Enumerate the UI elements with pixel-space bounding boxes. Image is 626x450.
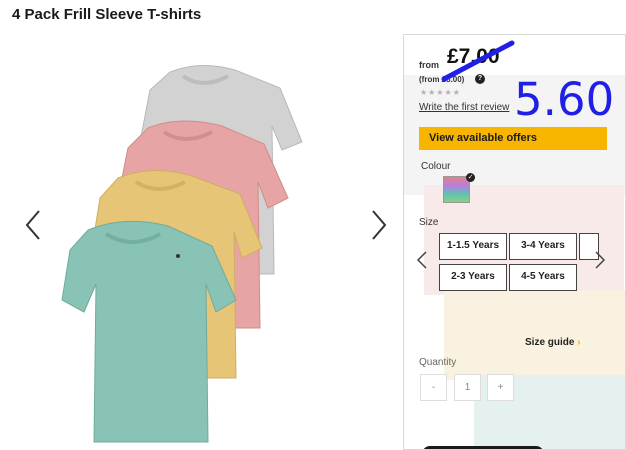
size-option[interactable]: 2-3 Years	[439, 264, 507, 291]
rating-stars: ★★★★★	[420, 88, 461, 97]
was-price: (from £8.00)	[419, 75, 465, 84]
product-image	[61, 64, 303, 443]
check-icon: ✓	[466, 173, 475, 182]
colour-label: Colour	[421, 161, 451, 172]
colour-swatch[interactable]: ✓	[443, 173, 475, 203]
add-to-bag-button[interactable]	[422, 446, 544, 449]
price: £7.00	[447, 45, 500, 68]
size-label: Size	[419, 217, 439, 228]
quantity-decrease-button[interactable]: -	[420, 374, 447, 401]
handwritten-price: 5.60	[514, 73, 615, 126]
size-guide-label: Size guide	[525, 337, 575, 348]
gallery-next-button[interactable]	[368, 208, 390, 242]
chevron-left-icon	[416, 251, 427, 269]
size-next-button[interactable]	[594, 250, 606, 270]
size-option[interactable]: 3-4 Years	[509, 233, 577, 260]
page-title: 4 Pack Frill Sleeve T-shirts	[12, 6, 202, 23]
chevron-right-icon	[372, 210, 387, 240]
arrow-right-icon: ›	[577, 337, 581, 348]
help-icon[interactable]: ?	[475, 74, 485, 84]
quantity-input[interactable]: 1	[454, 374, 481, 401]
product-gallery	[0, 40, 405, 450]
view-offers-button[interactable]: View available offers	[419, 127, 607, 150]
chevron-right-icon	[595, 251, 606, 269]
size-guide-link[interactable]: Size guide ›	[525, 337, 581, 348]
purchase-panel: from £7.00 (from £8.00) ? ★★★★★ Write th…	[403, 34, 626, 450]
size-prev-button[interactable]	[416, 250, 428, 270]
from-label: from	[419, 60, 439, 70]
quantity-label: Quantity	[419, 357, 457, 368]
size-option[interactable]: 1-1.5 Years	[439, 233, 507, 260]
quantity-increase-button[interactable]: +	[487, 374, 514, 401]
write-review-link[interactable]: Write the first review	[419, 102, 509, 113]
size-option[interactable]: 4-5 Years	[509, 264, 577, 291]
